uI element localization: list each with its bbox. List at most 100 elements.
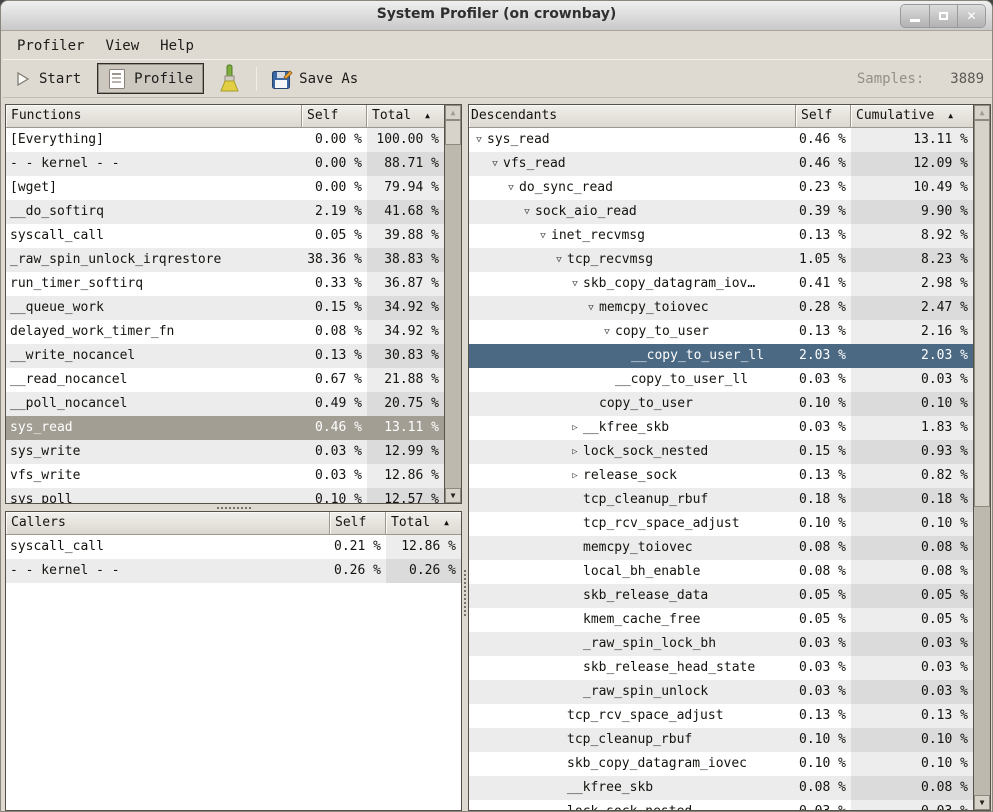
total-percent: 36.87 %	[367, 272, 444, 296]
table-row[interactable]: ▽vfs_read0.46 %12.09 %	[469, 152, 973, 176]
expander-open-icon[interactable]: ▽	[535, 224, 551, 248]
profile-toggle-button[interactable]: Profile	[97, 63, 204, 94]
table-row[interactable]: - - kernel - -0.00 %88.71 %	[6, 152, 444, 176]
scroll-up-button[interactable]: ▲	[445, 105, 461, 120]
table-row[interactable]: memcpy_toiovec0.08 %0.08 %	[469, 536, 973, 560]
horizontal-pane-splitter[interactable]	[5, 504, 462, 511]
table-row[interactable]: __poll_nocancel0.49 %20.75 %	[6, 392, 444, 416]
callers-column-header[interactable]: Callers	[6, 512, 330, 535]
scroll-down-button[interactable]: ▼	[974, 795, 990, 810]
table-row[interactable]: ▽tcp_recvmsg1.05 %8.23 %	[469, 248, 973, 272]
scrollbar-thumb[interactable]	[445, 120, 461, 145]
table-row[interactable]: ▷release_sock0.13 %0.82 %	[469, 464, 973, 488]
table-row[interactable]: tcp_cleanup_rbuf0.18 %0.18 %	[469, 488, 973, 512]
table-row[interactable]: ▷lock_sock_nested0.15 %0.93 %	[469, 440, 973, 464]
expander-open-icon[interactable]: ▽	[583, 296, 599, 320]
menu-view[interactable]: View	[103, 36, 141, 56]
table-row[interactable]: sys_poll0.10 %12.57 %	[6, 488, 444, 503]
table-row[interactable]: ▽sock_aio_read0.39 %9.90 %	[469, 200, 973, 224]
table-row[interactable]: ▽skb_copy_datagram_iov…0.41 %2.98 %	[469, 272, 973, 296]
table-row[interactable]: ▽copy_to_user0.13 %2.16 %	[469, 320, 973, 344]
cumulative-percent: 0.08 %	[851, 560, 973, 584]
minimize-button[interactable]	[901, 5, 929, 27]
cumulative-column-header[interactable]: Cumulative▲	[851, 105, 973, 128]
scrollbar-trough[interactable]	[445, 145, 461, 488]
table-row[interactable]: ▽do_sync_read0.23 %10.49 %	[469, 176, 973, 200]
reset-brush-button[interactable]	[214, 62, 244, 96]
table-row[interactable]: kmem_cache_free0.05 %0.05 %	[469, 608, 973, 632]
table-row[interactable]: _raw_spin_unlock_irqrestore38.36 %38.83 …	[6, 248, 444, 272]
expander-open-icon[interactable]: ▽	[599, 320, 615, 344]
total-column-header[interactable]: Total▲	[386, 512, 461, 535]
table-row[interactable]: sys_read0.46 %13.11 %	[6, 416, 444, 440]
table-row[interactable]: __queue_work0.15 %34.92 %	[6, 296, 444, 320]
expander-open-icon[interactable]: ▽	[551, 248, 567, 272]
table-row[interactable]: skb_release_data0.05 %0.05 %	[469, 584, 973, 608]
expander-open-icon[interactable]: ▽	[519, 200, 535, 224]
table-row[interactable]: __do_softirq2.19 %41.68 %	[6, 200, 444, 224]
titlebar[interactable]: System Profiler (on crownbay) ✕	[1, 1, 992, 31]
table-row[interactable]: __read_nocancel0.67 %21.88 %	[6, 368, 444, 392]
table-row[interactable]: run_timer_softirq0.33 %36.87 %	[6, 272, 444, 296]
self-column-header[interactable]: Self	[330, 512, 386, 535]
table-row[interactable]: vfs_write0.03 %12.86 %	[6, 464, 444, 488]
table-row[interactable]: __copy_to_user_ll2.03 %2.03 %	[469, 344, 973, 368]
table-row[interactable]: delayed_work_timer_fn0.08 %34.92 %	[6, 320, 444, 344]
table-row[interactable]: tcp_cleanup_rbuf0.10 %0.10 %	[469, 728, 973, 752]
table-row[interactable]: ▷__kfree_skb0.03 %1.83 %	[469, 416, 973, 440]
functions-column-header[interactable]: Functions	[6, 105, 302, 128]
cumulative-percent: 8.23 %	[851, 248, 973, 272]
descendants-scrollbar[interactable]: ▲ ▼	[973, 105, 990, 810]
expander-open-icon[interactable]: ▽	[567, 272, 583, 296]
table-row[interactable]: skb_copy_datagram_iovec0.10 %0.10 %	[469, 752, 973, 776]
tree-indent	[471, 776, 551, 800]
expander-open-icon[interactable]: ▽	[471, 128, 487, 152]
expander-spacer	[551, 752, 567, 776]
expander-spacer	[567, 656, 583, 680]
tree-indent	[471, 632, 567, 656]
table-row[interactable]: local_bh_enable0.08 %0.08 %	[469, 560, 973, 584]
expander-open-icon[interactable]: ▽	[503, 176, 519, 200]
self-column-header[interactable]: Self	[796, 105, 851, 128]
table-row[interactable]: syscall_call0.21 %12.86 %	[6, 535, 461, 559]
table-row[interactable]: ▽sys_read0.46 %13.11 %	[469, 128, 973, 152]
maximize-button[interactable]	[929, 5, 957, 27]
table-row[interactable]: [wget]0.00 %79.94 %	[6, 176, 444, 200]
table-row[interactable]: ▽memcpy_toiovec0.28 %2.47 %	[469, 296, 973, 320]
functions-scrollbar[interactable]: ▲ ▼	[444, 105, 461, 503]
expander-open-icon[interactable]: ▽	[487, 152, 503, 176]
save-as-button[interactable]: Save As	[267, 64, 362, 94]
table-row[interactable]: [Everything]0.00 %100.00 %	[6, 128, 444, 152]
self-column-header[interactable]: Self	[302, 105, 367, 128]
expander-closed-icon[interactable]: ▷	[567, 416, 583, 440]
scrollbar-trough[interactable]	[974, 507, 990, 795]
expander-spacer	[567, 536, 583, 560]
scroll-up-button[interactable]: ▲	[974, 105, 990, 120]
table-row[interactable]: copy_to_user0.10 %0.10 %	[469, 392, 973, 416]
function-name: copy_to_user	[615, 320, 709, 344]
close-button[interactable]: ✕	[957, 5, 985, 27]
table-row[interactable]: lock_sock_nested0.03 %0.03 %	[469, 800, 973, 810]
table-row[interactable]: __write_nocancel0.13 %30.83 %	[6, 344, 444, 368]
table-row[interactable]: syscall_call0.05 %39.88 %	[6, 224, 444, 248]
menu-help[interactable]: Help	[158, 36, 196, 56]
table-row[interactable]: tcp_rcv_space_adjust0.10 %0.10 %	[469, 512, 973, 536]
scrollbar-thumb[interactable]	[974, 120, 990, 507]
table-row[interactable]: - - kernel - -0.26 %0.26 %	[6, 559, 461, 583]
descendants-column-header[interactable]: Descendants	[469, 105, 796, 128]
table-row[interactable]: __copy_to_user_ll0.03 %0.03 %	[469, 368, 973, 392]
table-row[interactable]: skb_release_head_state0.03 %0.03 %	[469, 656, 973, 680]
table-row[interactable]: sys_write0.03 %12.99 %	[6, 440, 444, 464]
table-row[interactable]: __kfree_skb0.08 %0.08 %	[469, 776, 973, 800]
expander-closed-icon[interactable]: ▷	[567, 440, 583, 464]
table-row[interactable]: ▽inet_recvmsg0.13 %8.92 %	[469, 224, 973, 248]
scroll-down-button[interactable]: ▼	[445, 488, 461, 503]
table-row[interactable]: tcp_rcv_space_adjust0.13 %0.13 %	[469, 704, 973, 728]
menu-profiler[interactable]: Profiler	[15, 36, 86, 56]
table-row[interactable]: _raw_spin_unlock0.03 %0.03 %	[469, 680, 973, 704]
start-button[interactable]: Start	[3, 67, 89, 91]
total-column-header[interactable]: Total▲	[367, 105, 444, 128]
table-row[interactable]: _raw_spin_lock_bh0.03 %0.03 %	[469, 632, 973, 656]
expander-closed-icon[interactable]: ▷	[567, 464, 583, 488]
function-name: __copy_to_user_ll	[631, 344, 764, 368]
